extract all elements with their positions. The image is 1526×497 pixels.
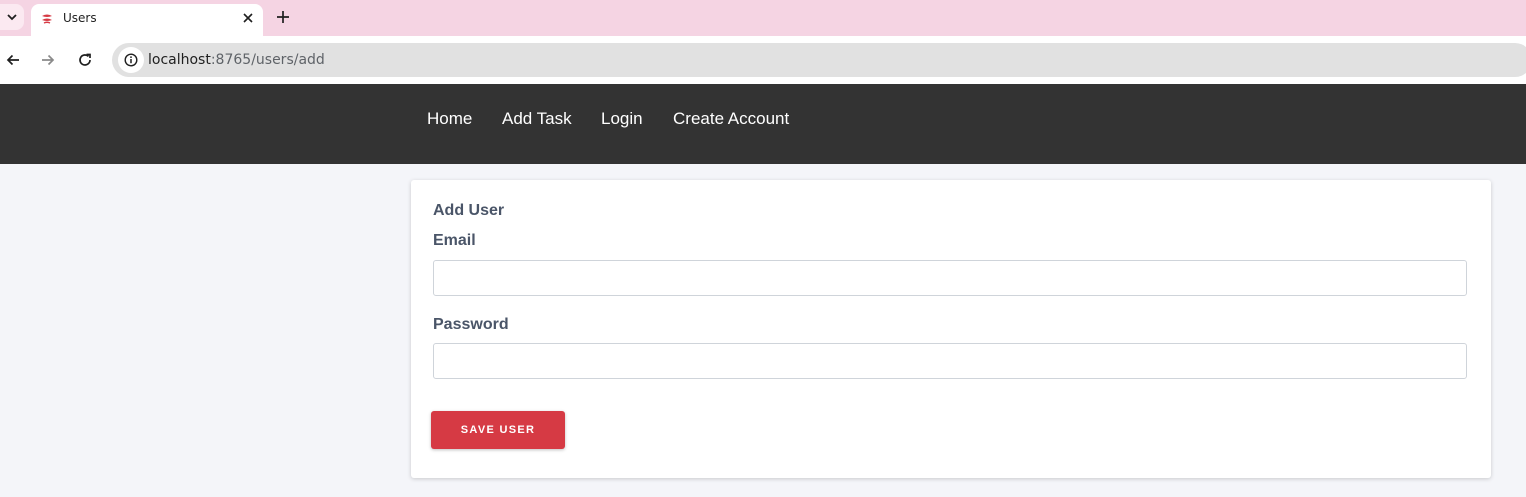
email-field[interactable] (433, 260, 1467, 296)
app-favicon-icon (42, 14, 52, 24)
tab-search-button[interactable] (0, 4, 24, 30)
close-tab-icon[interactable] (241, 11, 255, 25)
forward-arrow-icon[interactable] (40, 52, 56, 68)
password-label: Password (433, 316, 509, 333)
tab-title: Users (63, 11, 97, 25)
save-user-button[interactable]: Save User (431, 411, 565, 449)
browser-tabstrip: Users (0, 0, 1526, 36)
reload-icon[interactable] (77, 52, 93, 68)
info-icon (124, 53, 138, 67)
add-user-card: Add User Email Password Save User (411, 180, 1491, 478)
nav-link-home[interactable]: Home (427, 109, 472, 129)
browser-tab-active[interactable]: Users (31, 4, 263, 36)
back-arrow-icon[interactable] (5, 52, 21, 68)
nav-link-login[interactable]: Login (601, 109, 643, 129)
email-label: Email (433, 232, 476, 249)
nav-link-add-task[interactable]: Add Task (502, 109, 572, 129)
url-path: :8765/users/add (210, 52, 325, 68)
site-info-button[interactable] (118, 47, 144, 73)
form-title: Add User (433, 202, 505, 219)
browser-toolbar: localhost:8765/users/add (0, 36, 1526, 84)
password-field[interactable] (433, 343, 1467, 379)
url-text[interactable]: localhost:8765/users/add (148, 52, 325, 68)
url-host: localhost (148, 52, 211, 68)
app-navbar: Home Add Task Login Create Account (0, 84, 1526, 164)
nav-link-create-account[interactable]: Create Account (673, 109, 789, 129)
chevron-down-icon (7, 14, 17, 21)
new-tab-icon[interactable] (276, 10, 290, 24)
address-bar[interactable]: localhost:8765/users/add (112, 43, 1526, 77)
